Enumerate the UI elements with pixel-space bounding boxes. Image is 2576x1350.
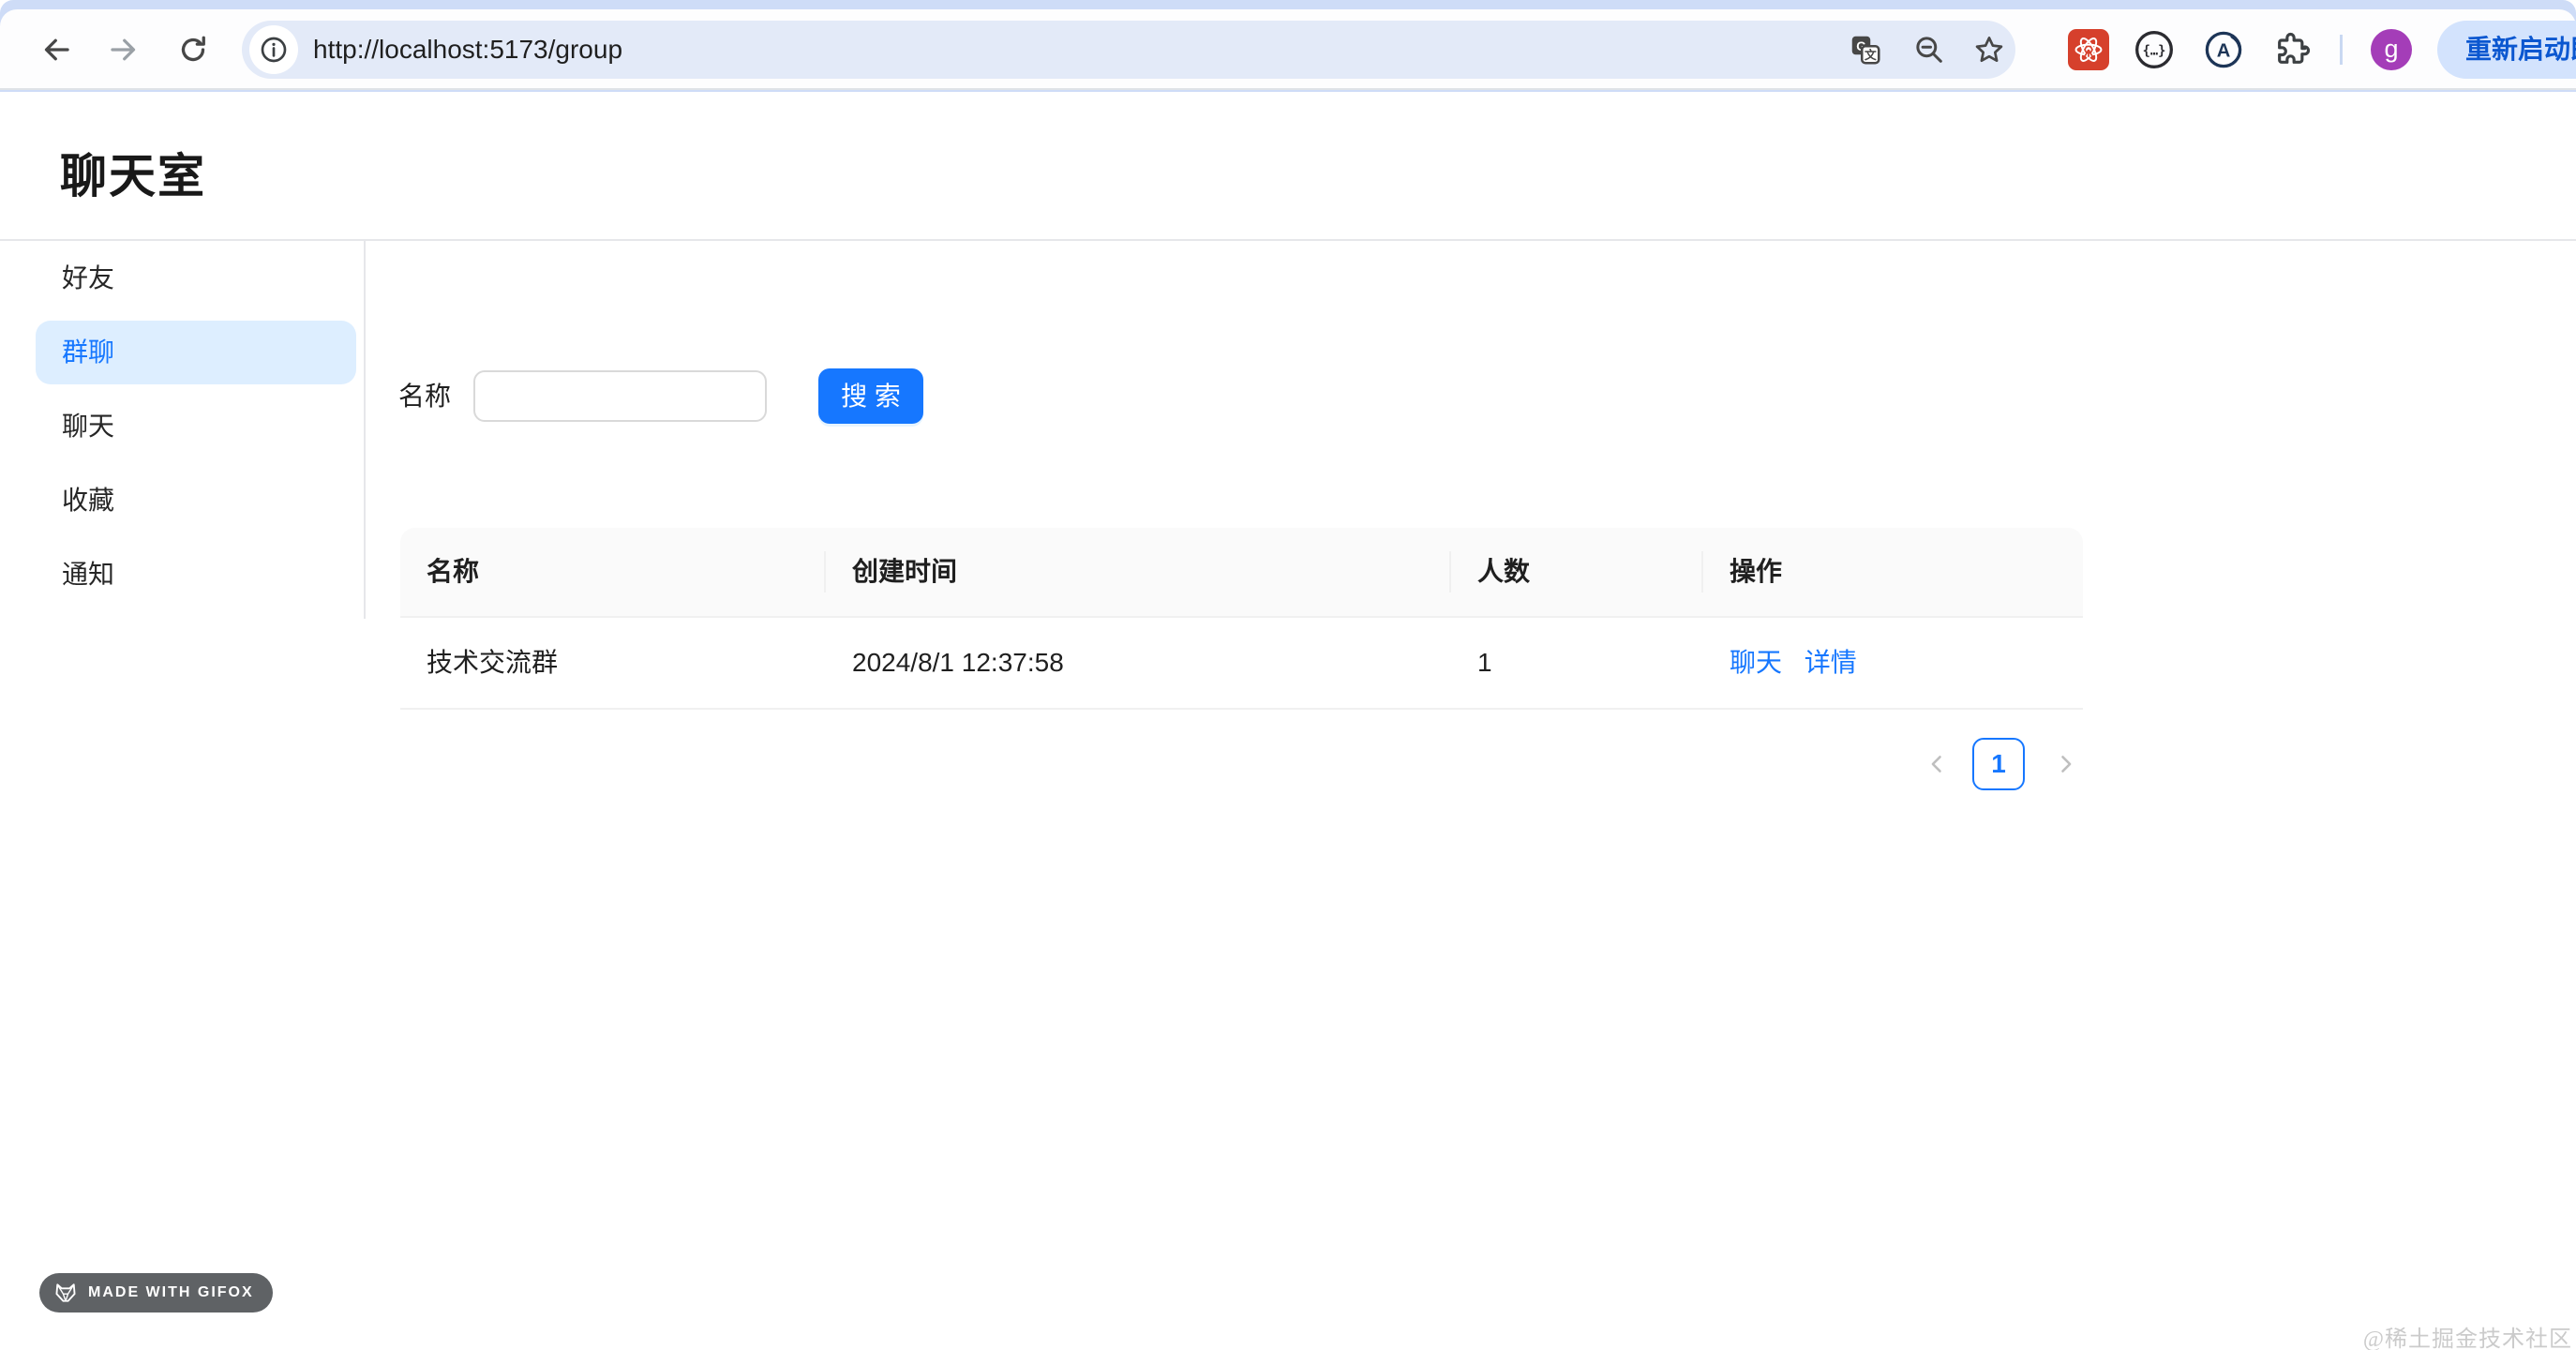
svg-text:{…}: {…} [2143,44,2166,59]
braces-icon: {…} [2134,29,2175,70]
react-devtools-icon [2068,29,2109,70]
cell-group-name: 技术交流群 [400,618,826,708]
column-header-actions: 操作 [1703,528,2083,616]
cell-actions: 聊天 详情 [1703,618,2083,708]
cell-member-count: 1 [1451,618,1703,708]
chat-link[interactable]: 聊天 [1730,648,1782,677]
extension-a-tool[interactable]: A [2203,29,2244,70]
profile-avatar[interactable]: g [2371,29,2412,70]
bookmark-button[interactable] [1972,33,2006,67]
search-name-label: 名称 [398,370,451,422]
search-button[interactable]: 搜 索 [818,368,923,424]
forward-arrow-icon [107,33,141,67]
translate-button[interactable]: G 文 [1849,33,1882,67]
back-arrow-icon [39,33,73,67]
url-text[interactable]: http://localhost:5173/group [313,21,622,79]
svg-text:文: 文 [1865,48,1877,62]
extensions-menu-button[interactable] [2273,31,2311,68]
chevron-left-icon [1924,751,1950,777]
puzzle-icon [2273,31,2311,68]
toolbar-separator [2340,35,2343,65]
info-icon [259,35,289,65]
reload-button[interactable] [176,33,210,67]
gifox-label: MADE WITH GIFOX [88,1284,254,1301]
translate-icon: G 文 [1849,33,1882,67]
pagination: 1 [1920,738,2083,790]
table-row: 技术交流群 2024/8/1 12:37:58 1 聊天 详情 [400,618,2083,710]
back-button[interactable] [39,33,73,67]
svg-text:A: A [2217,40,2231,61]
main-content: 名称 搜 索 名称 创建时间 人数 操作 技术交流群 2024/8/1 12:3… [0,239,2576,1270]
relaunch-to-update-button[interactable]: 重新启动即可更新 [2437,21,2576,79]
chevron-right-icon [2053,751,2079,777]
cell-created-at: 2024/8/1 12:37:58 [826,618,1451,708]
fox-icon [52,1280,79,1306]
browser-chrome: http://localhost:5173/group G 文 [0,0,2576,92]
search-name-input[interactable] [473,370,767,422]
pagination-page-1[interactable]: 1 [1972,738,2025,790]
extension-react-devtools[interactable] [2068,29,2109,70]
app-page: 聊天室 好友 群聊 聊天 收藏 通知 名称 搜 索 名称 创建时间 人数 操作 … [0,92,2576,1350]
pagination-prev-button[interactable] [1920,738,1954,790]
details-link[interactable]: 详情 [1805,648,1857,677]
pagination-next-button[interactable] [2049,738,2083,790]
extension-json-viewer[interactable]: {…} [2134,29,2175,70]
site-info-chip[interactable] [249,25,298,74]
forward-button[interactable] [107,33,141,67]
column-header-count: 人数 [1451,528,1703,616]
zoom-out-icon [1912,33,1946,67]
column-header-name: 名称 [400,528,826,616]
letter-a-icon: A [2203,29,2244,70]
zoom-button[interactable] [1912,33,1946,67]
gifox-badge: MADE WITH GIFOX [39,1273,273,1312]
column-header-created: 创建时间 [826,528,1451,616]
browser-toolbar: http://localhost:5173/group G 文 [0,9,2576,90]
juejin-watermark: @稀土掘金技术社区 [2363,1320,2572,1350]
page-title: 聊天室 [60,139,206,206]
reload-icon [176,33,210,67]
groups-table: 名称 创建时间 人数 操作 技术交流群 2024/8/1 12:37:58 1 … [400,528,2083,710]
table-header-row: 名称 创建时间 人数 操作 [400,528,2083,618]
url-bar[interactable]: http://localhost:5173/group G 文 [242,21,2015,79]
star-icon [1972,33,2006,67]
